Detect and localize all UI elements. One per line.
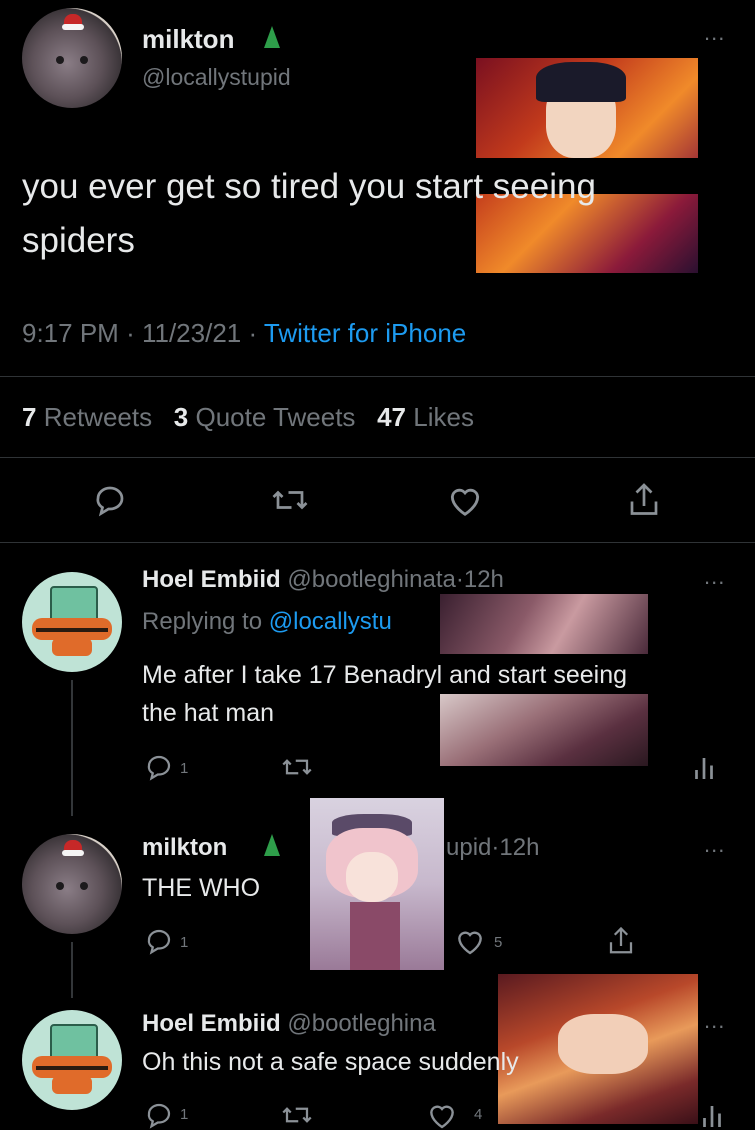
author-handle[interactable]: @locallystupid [142, 64, 291, 91]
reply-time[interactable]: 12h [464, 566, 504, 593]
reply-handle[interactable]: upid·12h [446, 834, 539, 862]
reply-time: 12h [499, 834, 540, 861]
reply-count: 1 [180, 760, 189, 777]
retweet-icon[interactable] [280, 752, 314, 782]
reply-count: 1 [180, 934, 189, 951]
like-icon[interactable] [426, 1100, 458, 1130]
reply-header: Hoel Embiid @bootleghinata·12h [142, 566, 504, 593]
reply-icon[interactable] [144, 752, 174, 782]
reply-icon[interactable] [144, 1100, 174, 1130]
author-display-name[interactable]: milkton [142, 24, 234, 55]
divider [0, 542, 755, 543]
tweet-source[interactable]: Twitter for iPhone [264, 318, 466, 348]
tweet-text: you ever get so tired you start seeing s… [22, 160, 596, 268]
tweet-text-line-2: spiders [22, 221, 135, 260]
replying-to-handle[interactable]: @locallystu [269, 608, 392, 635]
reply-handle[interactable]: @bootleghina [287, 1010, 435, 1037]
replying-to: Replying to @locallystu [142, 608, 392, 635]
tweet-meta: 9:17 PM · 11/23/21 · Twitter for iPhone [22, 318, 467, 348]
more-icon[interactable]: ... [704, 566, 725, 588]
tweet-stats: 7 Retweets 3 Quote Tweets 47 Likes [22, 402, 474, 433]
reply-display-name[interactable]: milkton [142, 834, 227, 862]
christmas-tree-icon [264, 26, 280, 48]
reply-display-name[interactable]: Hoel Embiid [142, 1010, 281, 1037]
tweet-time[interactable]: 9:17 PM [22, 318, 119, 348]
share-icon[interactable] [626, 480, 662, 520]
more-icon[interactable]: ... [704, 1010, 725, 1032]
reply-count: 1 [180, 1106, 189, 1123]
share-icon[interactable] [606, 924, 636, 958]
avatar-milkton[interactable] [22, 8, 122, 108]
reply-handle[interactable]: @bootleghinata [287, 566, 456, 593]
thread-line [71, 680, 73, 816]
more-icon[interactable]: ... [704, 834, 725, 856]
likes-stat[interactable]: 47 Likes [377, 402, 474, 432]
retweet-icon[interactable] [280, 1100, 314, 1130]
christmas-tree-icon [264, 834, 280, 856]
sticker-image-anime-girl [310, 798, 444, 970]
divider [0, 457, 755, 458]
reply-icon[interactable] [144, 926, 174, 956]
avatar-hoel-embiid[interactable] [22, 1010, 122, 1110]
sticker-image-anime-red [498, 974, 698, 1124]
reply-icon[interactable] [92, 482, 128, 518]
reply-header: Hoel Embiid @bootleghina [142, 1010, 436, 1038]
tweet-text-line-1: you ever get so tired you start seeing [22, 167, 596, 206]
retweet-icon[interactable] [270, 482, 310, 518]
like-count: 5 [494, 934, 503, 951]
avatar-hoel-embiid[interactable] [22, 572, 122, 672]
analytics-icon[interactable] [692, 752, 716, 782]
thread-line [71, 942, 73, 998]
reply-text: Oh this not a safe space suddenly [142, 1048, 519, 1076]
like-count: 4 [474, 1106, 483, 1123]
tweet-date[interactable]: 11/23/21 [142, 318, 241, 348]
like-icon[interactable] [446, 482, 484, 518]
analytics-icon[interactable] [700, 1100, 724, 1130]
retweets-stat[interactable]: 7 Retweets [22, 402, 152, 432]
reply-text: THE WHO [142, 874, 261, 902]
more-icon[interactable]: ... [704, 22, 725, 44]
sticker-image-anime-hat [440, 594, 648, 654]
avatar-milkton[interactable] [22, 834, 122, 934]
divider [0, 376, 755, 377]
quotes-stat[interactable]: 3 Quote Tweets [174, 402, 356, 432]
like-icon[interactable] [454, 926, 486, 956]
reply-display-name[interactable]: Hoel Embiid [142, 566, 281, 593]
sticker-image-anime-hat-lower [440, 694, 648, 766]
